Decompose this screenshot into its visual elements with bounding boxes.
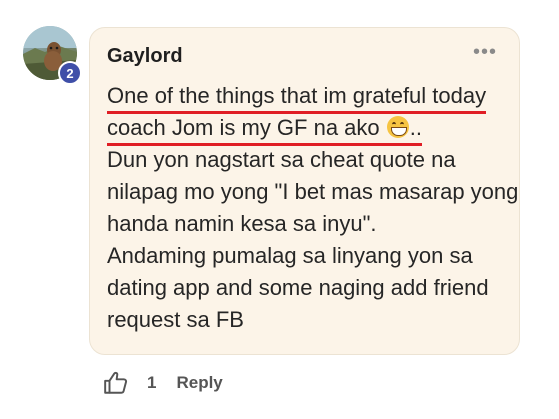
more-options-icon[interactable]: ••• <box>473 42 497 62</box>
comment-actions: 1 Reply <box>103 370 223 396</box>
comment-line-text: coach Jom is my GF na ako <box>107 115 380 140</box>
like-count: 1 <box>147 373 157 392</box>
comment-line: request sa FB <box>107 307 244 332</box>
comment-author[interactable]: Gaylord <box>107 45 183 68</box>
comment-bubble: Gaylord ••• One of the things that im gr… <box>89 27 520 355</box>
comment-text: One of the things that im grateful today… <box>107 80 519 336</box>
comment-line: dating app and some naging add friend <box>107 275 489 300</box>
reply-button[interactable]: Reply <box>176 373 222 393</box>
reaction-count-badge: 2 <box>58 61 82 85</box>
comment-line: One of the things that im grateful today <box>107 80 517 114</box>
underlined-text: One of the things that im grateful today <box>107 81 487 114</box>
comment-line: nilapag mo yong "I bet mas masarap yong <box>107 179 519 204</box>
comment-line: Dun yon nagstart sa cheat quote na <box>107 147 456 172</box>
comment-line: coach Jom is my GF na ako .. <box>107 112 517 146</box>
comment-line: handa namin kesa sa inyu". <box>107 211 377 236</box>
avatar-container[interactable]: 2 <box>23 26 82 85</box>
underlined-text: coach Jom is my GF na ako .. <box>107 113 423 146</box>
comment-line-text: .. <box>409 115 423 140</box>
comment-line: Andaming pumalag sa linyang yon sa <box>107 243 473 268</box>
thumbs-up-icon[interactable] <box>103 370 129 396</box>
grinning-face-emoji-icon <box>386 116 409 138</box>
